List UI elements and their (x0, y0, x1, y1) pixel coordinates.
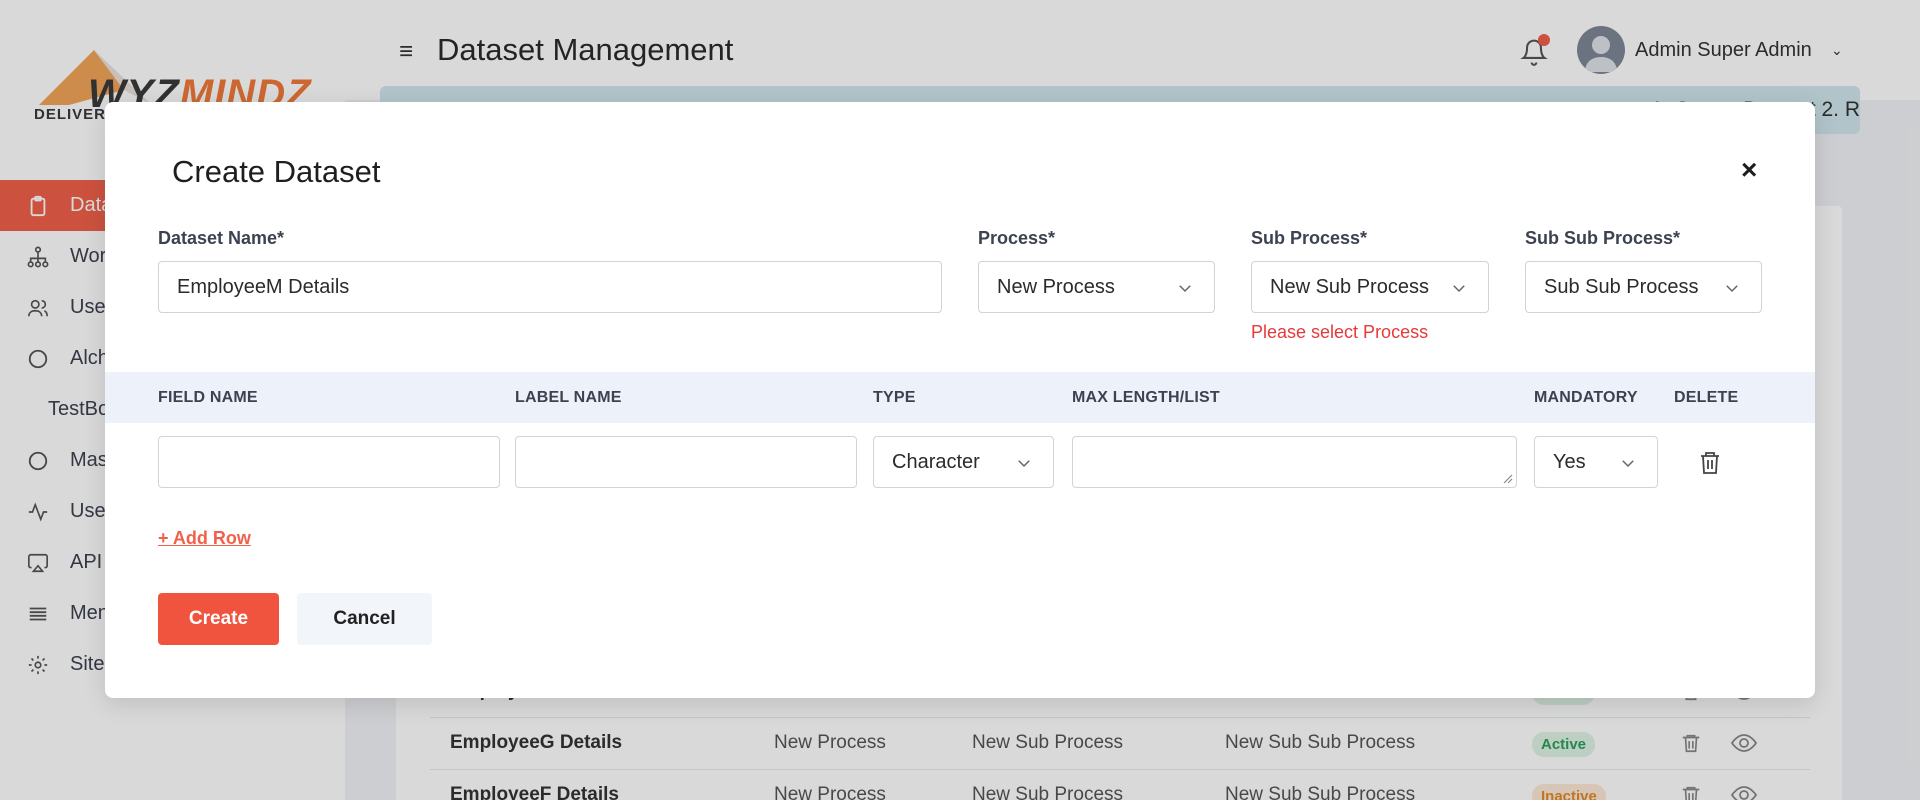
fields-grid-header: FIELD NAME LABEL NAME TYPE MAX LENGTH/LI… (105, 372, 1815, 423)
sub-sub-process-label: Sub Sub Process* (1525, 228, 1681, 248)
mandatory-select[interactable]: Yes (1534, 436, 1658, 488)
column-header-delete: DELETE (1674, 389, 1739, 406)
column-header-mandatory: MANDATORY (1534, 389, 1638, 406)
process-select-value: New Process (997, 275, 1115, 298)
process-select[interactable]: New Process (978, 261, 1215, 313)
dataset-name-label: Dataset Name* (158, 228, 285, 248)
chevron-down-icon (1179, 285, 1191, 293)
add-row-link[interactable]: + Add Row (158, 528, 251, 549)
max-length-textarea[interactable] (1072, 436, 1517, 488)
process-label: Process* (978, 228, 1056, 248)
chevron-down-icon (1018, 460, 1030, 468)
create-button[interactable]: Create (158, 593, 279, 645)
cancel-button[interactable]: Cancel (297, 593, 432, 645)
type-select-value: Character (892, 450, 980, 473)
resize-grip-icon[interactable] (1501, 472, 1513, 484)
modal-title: Create Dataset (172, 154, 381, 189)
mandatory-select-value: Yes (1553, 450, 1586, 473)
field-name-input[interactable] (158, 436, 500, 488)
create-dataset-modal: Create Dataset × Dataset Name* Process* … (105, 102, 1815, 698)
chevron-down-icon (1622, 460, 1634, 468)
sub-process-select[interactable]: New Sub Process (1251, 261, 1489, 313)
sub-sub-process-select-value: Sub Sub Process (1544, 275, 1699, 298)
chevron-down-icon (1726, 285, 1738, 293)
sub-process-label: Sub Process* (1251, 228, 1368, 248)
column-header-max-length: MAX LENGTH/LIST (1072, 389, 1220, 406)
column-header-type: TYPE (873, 389, 916, 406)
dataset-name-input[interactable] (158, 261, 942, 313)
process-error-message: Please select Process (1251, 322, 1429, 342)
close-icon[interactable]: × (1741, 156, 1757, 184)
sub-sub-process-select[interactable]: Sub Sub Process (1525, 261, 1762, 313)
trash-icon[interactable] (1698, 450, 1722, 481)
column-header-label-name: LABEL NAME (515, 389, 622, 406)
chevron-down-icon (1453, 285, 1465, 293)
label-name-input[interactable] (515, 436, 857, 488)
sub-process-select-value: New Sub Process (1270, 275, 1429, 298)
type-select[interactable]: Character (873, 436, 1054, 488)
column-header-field-name: FIELD NAME (158, 389, 258, 406)
